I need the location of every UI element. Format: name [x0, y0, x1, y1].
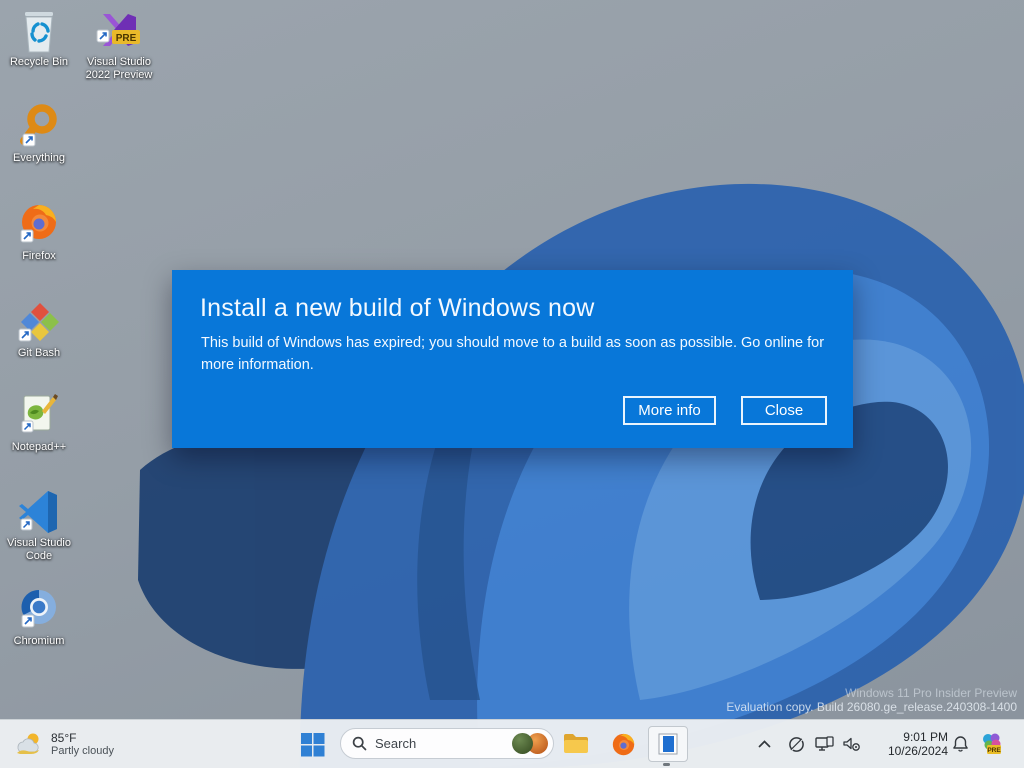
- no-internet-globe-icon: [789, 736, 804, 752]
- dialog-window-icon: [658, 733, 678, 755]
- firefox-icon: [15, 200, 63, 248]
- svg-text:PRE: PRE: [987, 747, 1001, 754]
- build-expired-dialog: Install a new build of Windows now This …: [172, 270, 853, 448]
- visual-studio-2022-preview-icon: PRE: [95, 6, 143, 54]
- watermark-build: Evaluation copy. Build 26080.ge_release.…: [726, 700, 1017, 714]
- notifications-button[interactable]: [952, 720, 969, 768]
- clock-date: 10/26/2024: [887, 744, 948, 758]
- desktop-icon-label: Recycle Bin: [9, 56, 69, 68]
- file-explorer-button[interactable]: [562, 720, 590, 768]
- firefox-icon: [612, 733, 635, 755]
- desktop-icon-label: Visual Studio 2022 Preview: [85, 56, 153, 81]
- partly-cloudy-icon: [17, 733, 39, 754]
- notepad-plus-plus-icon: [15, 391, 63, 439]
- desktop-icon-label: Visual Studio Code: [6, 537, 71, 562]
- desktop-icon-label: Everything: [13, 152, 65, 164]
- volume-device-tray[interactable]: [842, 720, 861, 768]
- phone-link-tray[interactable]: [815, 720, 834, 768]
- desktop-icon-visual-studio-2022-preview[interactable]: PRE Visual Studio 2022 Preview: [80, 6, 158, 82]
- desktop-icon-git-bash[interactable]: Git Bash: [0, 297, 78, 360]
- desktop-icon-label: Chromium: [13, 635, 65, 647]
- speaker-gear-icon: [843, 737, 860, 751]
- taskbar: 85°F Partly cloudy Search 9:01 PM 10/26/…: [0, 719, 1024, 768]
- more-info-button[interactable]: More info: [623, 396, 716, 425]
- evaluation-watermark: Windows 11 Pro Insider Preview Evaluatio…: [726, 686, 1017, 714]
- running-app-indicator: [663, 763, 670, 766]
- monitor-phone-icon: [815, 735, 834, 751]
- visual-studio-preview-tray[interactable]: PRE: [980, 720, 1004, 768]
- hidden-icons-chevron[interactable]: [758, 720, 771, 768]
- desktop-icon-everything[interactable]: Everything: [0, 102, 78, 165]
- close-button[interactable]: Close: [741, 396, 827, 425]
- dialog-body-text: This build of Windows has expired; you s…: [201, 335, 825, 373]
- watermark-edition: Windows 11 Pro Insider Preview: [845, 686, 1017, 700]
- desktop-icon-visual-studio-code[interactable]: Visual Studio Code: [0, 487, 78, 563]
- clock-widget[interactable]: 9:01 PM 10/26/2024: [868, 720, 948, 768]
- svg-text:PRE: PRE: [116, 33, 137, 44]
- weather-widget[interactable]: 85°F Partly cloudy: [14, 720, 114, 768]
- chevron-up-icon: [758, 740, 771, 748]
- search-icon: [352, 736, 367, 751]
- desktop-icon-label: Git Bash: [17, 347, 61, 359]
- recycle-bin-icon: [15, 6, 63, 54]
- weather-temperature: 85°F: [51, 730, 77, 745]
- search-highlight-image-icon: [512, 733, 533, 754]
- start-button[interactable]: [300, 720, 325, 768]
- everything-search-icon: [15, 102, 63, 150]
- desktop-icon-label: Notepad++: [11, 441, 67, 453]
- notification-bell-icon: [953, 736, 968, 752]
- firefox-taskbar-button[interactable]: [610, 720, 637, 768]
- folder-icon: [564, 734, 588, 753]
- dialog-title: Install a new build of Windows now: [200, 294, 595, 322]
- desktop-icon-chromium[interactable]: Chromium: [0, 585, 78, 648]
- desktop-icon-firefox[interactable]: Firefox: [0, 200, 78, 263]
- dialog-buttons: More info Close: [623, 396, 827, 425]
- git-bash-icon: [15, 297, 63, 345]
- network-no-internet-tray[interactable]: [788, 720, 805, 768]
- visual-studio-code-icon: [15, 487, 63, 535]
- windows-logo-icon: [301, 732, 325, 756]
- desktop-icon-recycle-bin[interactable]: Recycle Bin: [0, 6, 78, 69]
- clock-time: 9:01 PM: [903, 730, 948, 744]
- desktop-icon-notepad-plus-plus[interactable]: Notepad++: [0, 391, 78, 454]
- search-box[interactable]: Search: [340, 728, 554, 759]
- search-placeholder: Search: [375, 736, 417, 751]
- chromium-icon: [15, 585, 63, 633]
- desktop: Recycle Bin PRE Visual Studio 2022 Previ…: [0, 0, 1024, 768]
- visual-studio-preview-icon: PRE: [983, 733, 1001, 754]
- desktop-icon-label: Firefox: [22, 250, 56, 262]
- active-dialog-taskbar-button[interactable]: [648, 726, 688, 762]
- weather-condition: Partly cloudy: [51, 744, 114, 757]
